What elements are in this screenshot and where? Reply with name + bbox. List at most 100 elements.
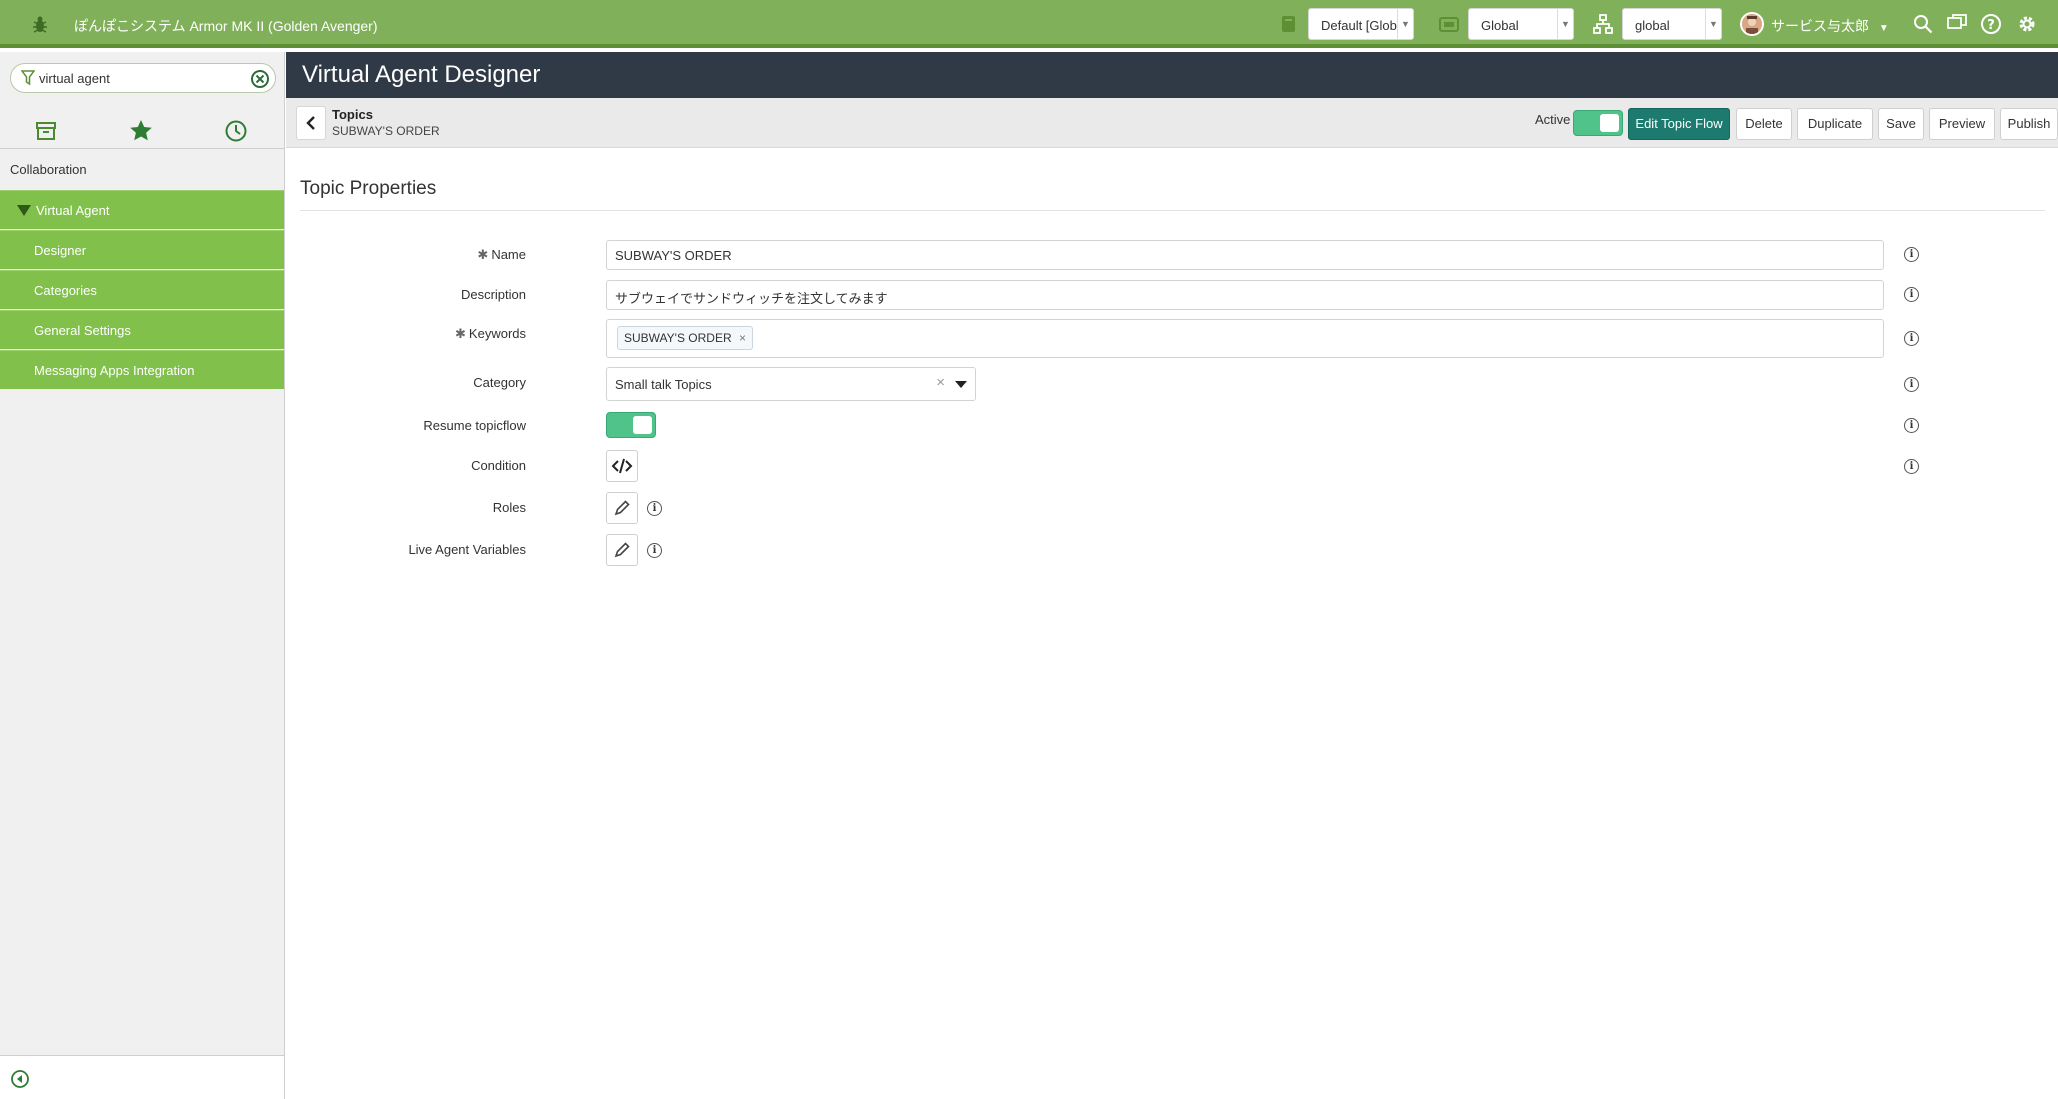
chevron-down-icon: ▼ — [1705, 9, 1721, 39]
roles-label: Roles — [492, 500, 526, 515]
all-apps-icon[interactable] — [33, 118, 59, 144]
chat-icon[interactable] — [1946, 13, 1968, 35]
description-value: サブウェイでサンドウィッチを注文してみます — [615, 291, 888, 306]
condition-label: Condition — [471, 458, 526, 473]
keyword-tag-label: SUBWAY'S ORDER — [624, 331, 732, 345]
user-name: サービス与太郎 — [1771, 18, 1869, 34]
info-icon[interactable]: i — [647, 501, 662, 516]
info-icon[interactable]: i — [1904, 247, 1919, 262]
update-set-value: Default [Glob — [1321, 18, 1397, 33]
resume-topicflow-label: Resume topicflow — [423, 418, 526, 433]
clear-selection-icon[interactable]: × — [936, 374, 945, 391]
topic-toolbar: Topics SUBWAY'S ORDER Active Edit Topic … — [286, 98, 2058, 148]
nav-item-general-settings[interactable]: General Settings — [0, 310, 284, 349]
nav-item-messaging-apps-integration[interactable]: Messaging Apps Integration — [0, 350, 284, 389]
info-icon[interactable]: i — [1904, 331, 1919, 346]
active-label: Active — [1535, 112, 1571, 127]
pencil-icon — [614, 542, 630, 558]
resume-topicflow-toggle[interactable] — [606, 412, 656, 438]
roles-edit-button[interactable] — [606, 492, 638, 524]
toggle-knob — [633, 416, 652, 434]
user-menu[interactable]: サービス与太郎 ▼ — [1771, 16, 1889, 36]
gear-icon[interactable] — [2016, 13, 2038, 35]
description-field[interactable]: サブウェイでサンドウィッチを注文してみます — [606, 280, 1884, 310]
divider — [0, 148, 285, 149]
nav-item-categories[interactable]: Categories — [0, 270, 284, 309]
page-title: Virtual Agent Designer — [302, 61, 541, 88]
required-asterisk: ✱ — [477, 247, 489, 262]
pencil-icon — [614, 500, 630, 516]
domain-select[interactable]: Global ▼ — [1468, 8, 1574, 40]
edit-topic-flow-button[interactable]: Edit Topic Flow — [1628, 108, 1730, 140]
navigator-filter-input[interactable] — [39, 69, 239, 87]
divider — [300, 210, 2045, 211]
description-label: Description — [460, 287, 526, 302]
chevron-down-icon: ▼ — [1557, 9, 1573, 39]
sidebar-footer — [0, 1055, 284, 1099]
breadcrumb-current: SUBWAY'S ORDER — [332, 124, 440, 138]
update-set-select[interactable]: Default [Glob ▼ — [1308, 8, 1414, 40]
avatar[interactable] — [1740, 12, 1764, 36]
name-field[interactable]: SUBWAY'S ORDER — [606, 240, 1884, 270]
info-icon[interactable]: i — [1904, 459, 1919, 474]
nav-label: Designer — [34, 243, 87, 258]
nav-label: Virtual Agent — [36, 203, 110, 218]
expand-triangle-icon[interactable] — [17, 205, 31, 216]
back-button[interactable] — [296, 106, 326, 140]
search-icon[interactable] — [1912, 13, 1934, 35]
topic-properties-form: Topic Properties ✱ Name SUBWAY'S ORDER i … — [286, 148, 2058, 1099]
caret-down-icon[interactable] — [955, 381, 967, 388]
live-agent-variables-label: Live Agent Variables — [408, 542, 526, 557]
info-icon[interactable]: i — [647, 543, 662, 558]
publish-button[interactable]: Publish — [2000, 108, 2058, 140]
app-title: ぽんぽこシステム Armor MK II (Golden Avenger) — [74, 18, 378, 34]
favorites-star-icon[interactable] — [128, 118, 154, 144]
nav-label: Messaging Apps Integration — [34, 363, 195, 378]
breadcrumb-parent[interactable]: Topics — [332, 107, 373, 122]
label-text: Name — [491, 247, 526, 262]
navigator-tabs — [0, 114, 285, 148]
label-text: Keywords — [468, 326, 526, 341]
delete-button[interactable]: Delete — [1736, 108, 1792, 140]
active-toggle[interactable] — [1573, 110, 1623, 136]
nav-module-virtual-agent[interactable]: Virtual Agent — [0, 190, 284, 229]
application-scope-icon[interactable] — [1592, 13, 1614, 35]
category-value: Small talk Topics — [615, 377, 712, 392]
update-set-icon[interactable] — [1278, 13, 1300, 35]
scope-select[interactable]: global ▼ — [1622, 8, 1722, 40]
info-icon[interactable]: i — [1904, 377, 1919, 392]
nav-item-designer[interactable]: Designer — [0, 230, 284, 269]
toggle-knob — [1600, 114, 1619, 132]
domain-icon[interactable] — [1438, 13, 1460, 35]
remove-tag-icon[interactable]: × — [739, 331, 746, 345]
info-icon[interactable]: i — [1904, 287, 1919, 302]
page-header: Virtual Agent Designer — [286, 52, 2058, 98]
required-asterisk: ✱ — [455, 326, 466, 341]
name-label: ✱ Name — [477, 247, 526, 263]
help-icon[interactable]: ? — [1980, 13, 2002, 35]
keywords-field[interactable]: SUBWAY'S ORDER × — [606, 319, 1884, 358]
section-title: Topic Properties — [300, 178, 437, 199]
scope-value: global — [1635, 18, 1670, 33]
clear-filter-icon[interactable] — [250, 69, 270, 89]
logo-icon[interactable] — [28, 13, 52, 37]
save-button[interactable]: Save — [1878, 108, 1924, 140]
category-label: Category — [473, 375, 526, 390]
live-agent-variables-edit-button[interactable] — [606, 534, 638, 566]
collapse-navigator-icon[interactable] — [10, 1069, 30, 1089]
history-clock-icon[interactable] — [223, 118, 249, 144]
navigator-filter — [10, 63, 276, 93]
preview-button[interactable]: Preview — [1929, 108, 1995, 140]
app-section-label: Collaboration — [10, 162, 87, 177]
filter-icon — [20, 70, 36, 86]
info-icon[interactable]: i — [1904, 418, 1919, 433]
category-select[interactable]: Small talk Topics × — [606, 367, 976, 401]
domain-value: Global — [1481, 18, 1519, 33]
navigator-sidebar: Collaboration Virtual Agent Designer Cat… — [0, 52, 285, 1099]
condition-code-button[interactable] — [606, 450, 638, 482]
svg-text:?: ? — [1987, 18, 1995, 33]
keywords-label: ✱ Keywords — [455, 326, 526, 342]
name-value: SUBWAY'S ORDER — [615, 248, 732, 263]
duplicate-button[interactable]: Duplicate — [1797, 108, 1873, 140]
keyword-tag: SUBWAY'S ORDER × — [617, 326, 753, 350]
